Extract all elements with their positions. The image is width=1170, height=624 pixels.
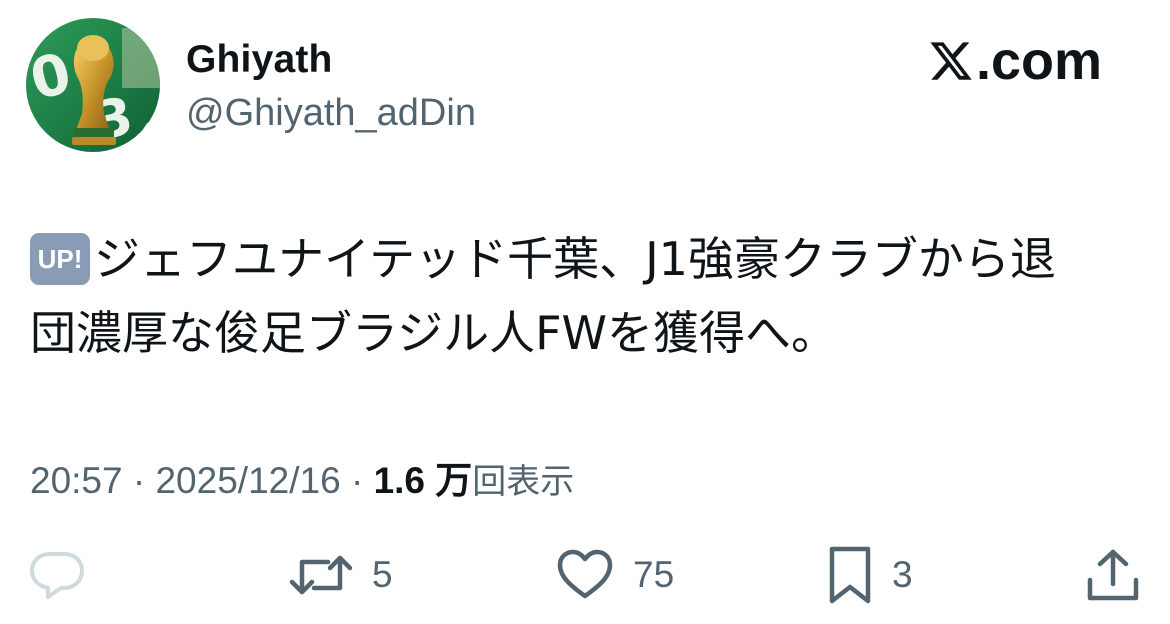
svg-text:4: 4: [134, 116, 160, 152]
tweet-date[interactable]: 2025/12/16: [155, 460, 340, 501]
share-button[interactable]: [1084, 540, 1142, 610]
retweet-count: 5: [372, 554, 393, 595]
x-logo-icon: [930, 42, 972, 80]
tweet-line-1: UP! ジェフユナイテッド千葉、J1強豪クラブから退: [30, 222, 1140, 296]
tweet-text-line-2: 団濃厚な俊足ブラジル人FWを獲得へ。: [30, 306, 838, 360]
x-brand-link[interactable]: .com: [928, 30, 1102, 92]
retweet-icon: [289, 555, 353, 595]
tweet-text-line-1: ジェフユナイテッド千葉、J1強豪クラブから退: [94, 232, 1056, 286]
reply-button[interactable]: [28, 540, 86, 610]
bookmark-button[interactable]: 3: [826, 540, 913, 610]
heart-icon: [557, 549, 613, 599]
meta-separator: ·: [122, 460, 156, 501]
brand-label: .com: [975, 31, 1102, 91]
meta-separator: ·: [340, 460, 374, 501]
views-count: 1.6 万: [373, 460, 473, 501]
user-handle[interactable]: @Ghiyath_adDin: [186, 92, 476, 135]
tweet-card: 0 3 4 Ghiyath @Ghiyath_adDin .com UP! ジェフ…: [0, 0, 1170, 624]
like-button[interactable]: 75: [555, 540, 674, 610]
share-icon: [1087, 549, 1139, 601]
world-cup-trophy-icon: 0 3 4: [26, 18, 160, 152]
reply-icon: [30, 552, 84, 599]
views-label: 回表示: [472, 462, 575, 502]
action-bar: 5 75 3: [0, 540, 1170, 610]
avatar[interactable]: 0 3 4: [26, 18, 160, 152]
up-badge-icon: UP!: [30, 232, 90, 285]
tweet-text: UP! ジェフユナイテッド千葉、J1強豪クラブから退 団濃厚な俊足ブラジル人FWを…: [30, 222, 1140, 370]
bookmark-icon: [829, 546, 871, 604]
retweet-button[interactable]: 5: [288, 540, 393, 610]
bookmark-count: 3: [892, 554, 913, 595]
like-count: 75: [633, 554, 675, 595]
display-name[interactable]: Ghiyath: [186, 38, 333, 82]
tweet-meta: 20:57 · 2025/12/16 · 1.6 万回表示: [30, 450, 574, 504]
tweet-time[interactable]: 20:57: [30, 460, 123, 501]
